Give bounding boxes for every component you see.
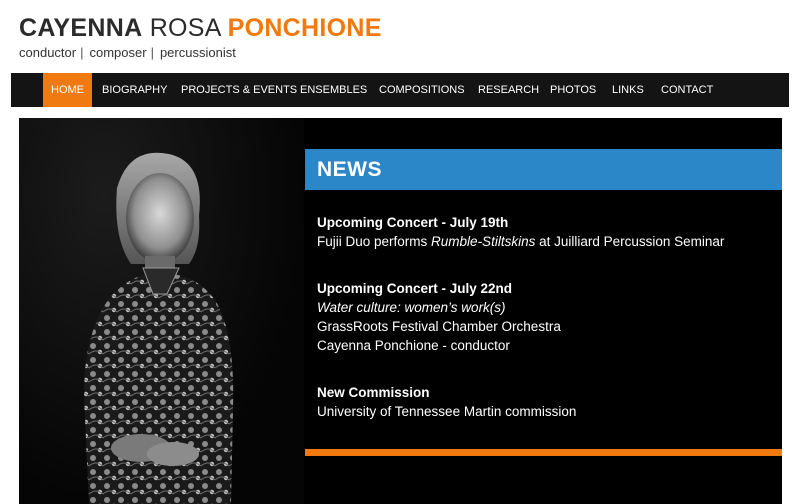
- tagline-role-3: percussionist: [159, 45, 236, 60]
- nav-links[interactable]: LINKS: [612, 73, 644, 107]
- news-item-title[interactable]: New Commission: [317, 383, 576, 402]
- news-item[interactable]: New Commission University of Tennessee M…: [317, 383, 576, 421]
- news-divider: [305, 449, 782, 456]
- nav-research[interactable]: RESEARCH: [478, 73, 539, 107]
- news-item-work-title: Rumble-Stiltskins: [431, 234, 536, 249]
- tagline-role-1: conductor: [19, 45, 77, 60]
- news-item-text: Fujii Duo performs: [317, 234, 432, 249]
- nav-photos[interactable]: PHOTOS: [550, 73, 596, 107]
- news-item-text: at Juilliard Percussion Seminar: [535, 234, 725, 249]
- nav-ensembles[interactable]: ENSEMBLES: [300, 73, 367, 107]
- nav-contact[interactable]: CONTACT: [661, 73, 713, 107]
- news-item[interactable]: Upcoming Concert - July 22nd Water cultu…: [317, 279, 561, 355]
- title-last: PONCHIONE: [227, 14, 382, 42]
- news-item-line: Fujii Duo performs Rumble-Stiltskins at …: [317, 232, 724, 251]
- news-heading-bar: NEWS: [305, 149, 782, 190]
- portrait-illustration: [84, 152, 234, 504]
- news-item[interactable]: Upcoming Concert - July 19th Fujii Duo p…: [317, 213, 724, 251]
- hero-section: NEWS Upcoming Concert - July 19th Fujii …: [19, 118, 782, 504]
- main-nav: HOME BIOGRAPHY PROJECTS & EVENTS ENSEMBL…: [11, 73, 789, 107]
- news-item-subtitle: Water culture: women’s work(s): [317, 300, 506, 315]
- news-panel: NEWS Upcoming Concert - July 19th Fujii …: [305, 118, 782, 504]
- news-item-line: University of Tennessee Martin commissio…: [317, 404, 577, 419]
- news-heading: NEWS: [317, 158, 382, 181]
- news-item-line: Cayenna Ponchione - conductor: [317, 338, 510, 353]
- nav-home[interactable]: HOME: [43, 73, 92, 107]
- news-item-line: GrassRoots Festival Chamber Orchestra: [317, 319, 561, 334]
- site-header: CAYENNA ROSA PONCHIONE conductor | compose…: [19, 14, 382, 60]
- title-first: CAYENNA: [19, 14, 143, 42]
- nav-projects-events[interactable]: PROJECTS & EVENTS: [181, 73, 297, 107]
- title-middle: ROSA: [149, 14, 221, 42]
- portrait-photo: [19, 118, 304, 504]
- news-item-title[interactable]: Upcoming Concert - July 19th: [317, 213, 724, 232]
- tagline-role-2: composer: [89, 45, 147, 60]
- tagline-separator: |: [80, 45, 84, 60]
- nav-compositions[interactable]: COMPOSITIONS: [379, 73, 465, 107]
- news-item-title[interactable]: Upcoming Concert - July 22nd: [317, 279, 561, 298]
- nav-biography[interactable]: BIOGRAPHY: [102, 73, 167, 107]
- tagline: conductor | composer | percussionist: [19, 45, 382, 60]
- site-title[interactable]: CAYENNA ROSA PONCHIONE: [19, 14, 382, 42]
- tagline-separator: |: [150, 45, 154, 60]
